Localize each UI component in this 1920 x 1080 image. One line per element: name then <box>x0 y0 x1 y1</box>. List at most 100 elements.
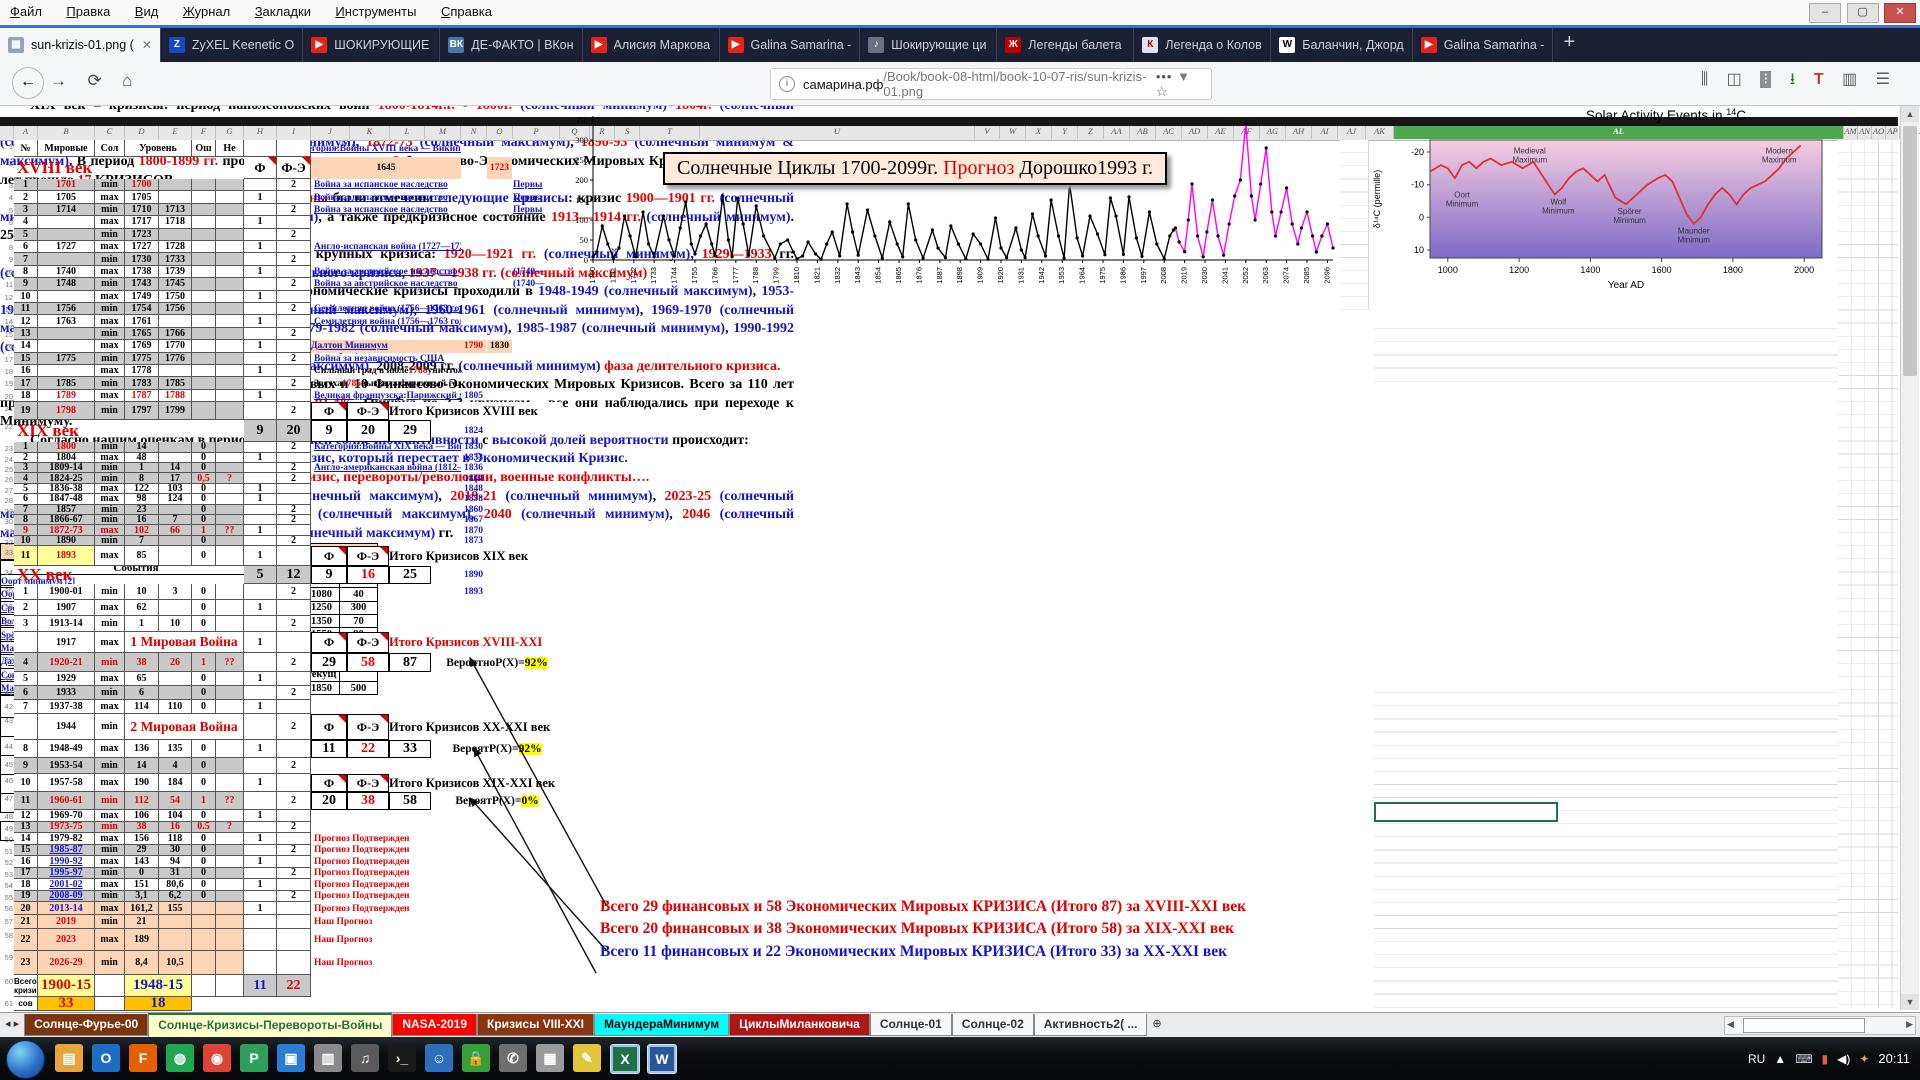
tab-8[interactable]: WБаланчин, Джорд <box>1271 28 1412 62</box>
sheet-cell <box>277 390 311 402</box>
taskbar-explorer-icon[interactable]: ▤ <box>55 1044 83 1072</box>
vertical-scrollbar[interactable]: ▲ ▼ <box>1900 106 1919 1010</box>
taskbar-firefox-icon[interactable]: F <box>129 1044 157 1072</box>
scrollbar-thumb[interactable] <box>1903 126 1917 376</box>
taskbar-chrome-icon[interactable]: ◉ <box>203 1044 231 1072</box>
menu-help[interactable]: Справка <box>431 0 502 23</box>
scroll-up-icon[interactable]: ▲ <box>1901 106 1919 122</box>
tab-favicon: ▶ <box>311 37 327 53</box>
menu-tools[interactable]: Инструменты <box>325 0 426 23</box>
menu-file[interactable]: Файл <box>0 0 52 23</box>
menu-bookmarks[interactable]: Закладки <box>245 0 321 23</box>
svg-text:Wolf: Wolf <box>1550 197 1567 206</box>
tab-2[interactable]: ВКДЕ-ФАКТО | ВКон <box>440 28 582 62</box>
back-icon[interactable]: ← <box>12 67 44 99</box>
sheet-tab-7[interactable]: Солнце-02 <box>952 1014 1034 1036</box>
tab-7[interactable]: КЛегенда о Колов <box>1134 28 1271 62</box>
language-indicator[interactable]: RU <box>1748 1052 1765 1066</box>
sheet-tab-4[interactable]: МаундераМинимум <box>594 1014 729 1036</box>
menu-edit[interactable]: Правка <box>56 0 120 23</box>
horizontal-scrollbar[interactable]: ◀ ▶ <box>1724 1016 1916 1035</box>
forward-icon[interactable]: → <box>50 71 67 91</box>
tab-4[interactable]: ▶Galina Samarina - <box>720 28 861 62</box>
add-sheet-icon[interactable]: ⊕ <box>1147 1013 1166 1034</box>
minimize-button[interactable]: – <box>1809 3 1841 23</box>
tray-expand-icon[interactable]: ▲ <box>1774 1052 1786 1066</box>
hscroll-right-icon[interactable]: ▶ <box>1906 1019 1913 1030</box>
col-header-L: L <box>390 126 425 139</box>
library-icon[interactable]: ⫼ <box>1701 71 1708 88</box>
sheet-row: 171785min178317852Засуха 1785 вызвала фу… <box>14 377 560 389</box>
svg-text:1766: 1766 <box>710 267 719 284</box>
taskbar-security-icon[interactable]: 🔒 <box>462 1044 490 1072</box>
taskbar-calculator-icon[interactable]: ▦ <box>536 1044 564 1072</box>
taskbar-terminal-icon[interactable]: ›_ <box>388 1044 416 1072</box>
reload-icon[interactable]: ⟳ <box>87 71 101 91</box>
tab-5[interactable]: ♪Шокирующие ци <box>860 28 997 62</box>
translate-extension-icon[interactable]: T <box>1814 71 1824 88</box>
hscroll-thumb[interactable] <box>1743 1018 1865 1033</box>
taskbar-media-icon[interactable]: ♫ <box>351 1044 379 1072</box>
sheet-nav-left-icon[interactable]: ◂ ▸ <box>0 1013 24 1034</box>
start-button[interactable] <box>6 1040 45 1079</box>
sheet-cell <box>192 377 216 389</box>
network-icon[interactable]: ⌨ <box>1795 1052 1812 1066</box>
bookmark-star-icon[interactable]: ☆ <box>1156 84 1169 99</box>
taskbar-display-icon[interactable]: ▣ <box>277 1044 305 1072</box>
maximize-button[interactable]: ▢ <box>1847 3 1879 23</box>
close-button[interactable]: ✕ <box>1884 3 1916 23</box>
taskbar-excel-icon[interactable]: X <box>610 1044 640 1074</box>
tab-close-icon[interactable]: ✕ <box>142 38 152 52</box>
new-tab-icon[interactable]: + <box>1553 28 1585 57</box>
volume-icon[interactable]: ◀) <box>1837 1052 1850 1066</box>
sheet-tab-2[interactable]: NASA-2019 <box>392 1014 477 1036</box>
tab-9[interactable]: ▶Galina Samarina - <box>1413 28 1554 62</box>
sheet-cell: 1756 <box>38 303 95 315</box>
tab-6[interactable]: ЖЛегенды балета <box>997 28 1134 62</box>
clock[interactable]: 20:11 <box>1878 1051 1910 1066</box>
url-bar[interactable]: i самарина.рф/Book/book-08-html/book-10-… <box>770 68 1212 100</box>
taskbar-globe-icon[interactable]: ◍ <box>166 1044 194 1072</box>
taskbar-outlook-icon[interactable]: O <box>92 1044 120 1072</box>
page-actions-icon[interactable]: ••• <box>1156 69 1173 84</box>
sheet-cell <box>216 536 244 546</box>
home-icon[interactable]: ⌂ <box>122 71 132 91</box>
site-info-icon[interactable]: i <box>779 76 795 92</box>
tab-active[interactable]: ▦sun-krizis-01.png (✕ <box>0 28 161 62</box>
sheet-tab-8[interactable]: Активность2( ... <box>1034 1014 1148 1036</box>
taskbar-contact-icon[interactable]: ☺ <box>425 1044 453 1072</box>
sheet-cell: 103 <box>159 484 192 494</box>
taskbar-phone-icon[interactable]: ✆ <box>499 1044 527 1072</box>
pocket-icon[interactable]: ▼ <box>1177 69 1191 84</box>
sheet-cell: 4 <box>14 653 38 672</box>
sheet-tab-0[interactable]: Солнце-Фурье-00 <box>24 1014 148 1036</box>
taskbar-paint-icon[interactable]: P <box>240 1044 268 1072</box>
tab-3[interactable]: ▶Алисия Маркова <box>583 28 720 62</box>
sheet-tab-1[interactable]: Солнце-Кризисы-Перевороты-Войны <box>148 1013 392 1038</box>
hamburger-menu-icon[interactable]: ☰ <box>1876 71 1890 88</box>
scroll-down-icon[interactable]: ▼ <box>1901 994 1919 1010</box>
taskbar-notes-icon[interactable]: ✎ <box>573 1044 601 1072</box>
col-header-C: C <box>95 126 125 139</box>
sheet-cell <box>192 975 216 997</box>
sheet-cell: 1990-92 <box>38 856 95 868</box>
taskbar-device-icon[interactable]: ▥ <box>314 1044 342 1072</box>
taskbar-word-icon[interactable]: W <box>647 1044 677 1074</box>
sheet-tab-3[interactable]: Кризисы VIII-XXI <box>477 1014 594 1036</box>
sidebar-icon[interactable]: ◫ <box>1727 71 1742 88</box>
menu-history[interactable]: Журнал <box>173 0 240 23</box>
alert-icon[interactable]: ▮ <box>1822 1052 1829 1066</box>
sheet-cell: 1969-70 <box>38 810 95 822</box>
update-icon[interactable]: ✦ <box>1859 1052 1869 1066</box>
download-icon[interactable]: ⭳ <box>1790 71 1796 88</box>
sheet-row: 51836-38max122103011848 <box>14 484 560 494</box>
hscroll-left-icon[interactable]: ◀ <box>1727 1019 1734 1030</box>
extension-icon[interactable]: ⁝ <box>1760 71 1771 88</box>
sheet-tab-5[interactable]: ЦиклыМиланковича <box>729 1014 870 1036</box>
reader-icon[interactable]: ▥ <box>1842 71 1857 88</box>
tab-1[interactable]: ▶ШОКИРУЮЩИЕ <box>303 28 440 62</box>
menu-view[interactable]: Вид <box>125 0 169 23</box>
tab-0[interactable]: ZZyXEL Keenetic O <box>161 28 303 62</box>
col-header-AN: AN <box>1858 126 1872 139</box>
sheet-tab-6[interactable]: Солнце-01 <box>870 1014 952 1036</box>
